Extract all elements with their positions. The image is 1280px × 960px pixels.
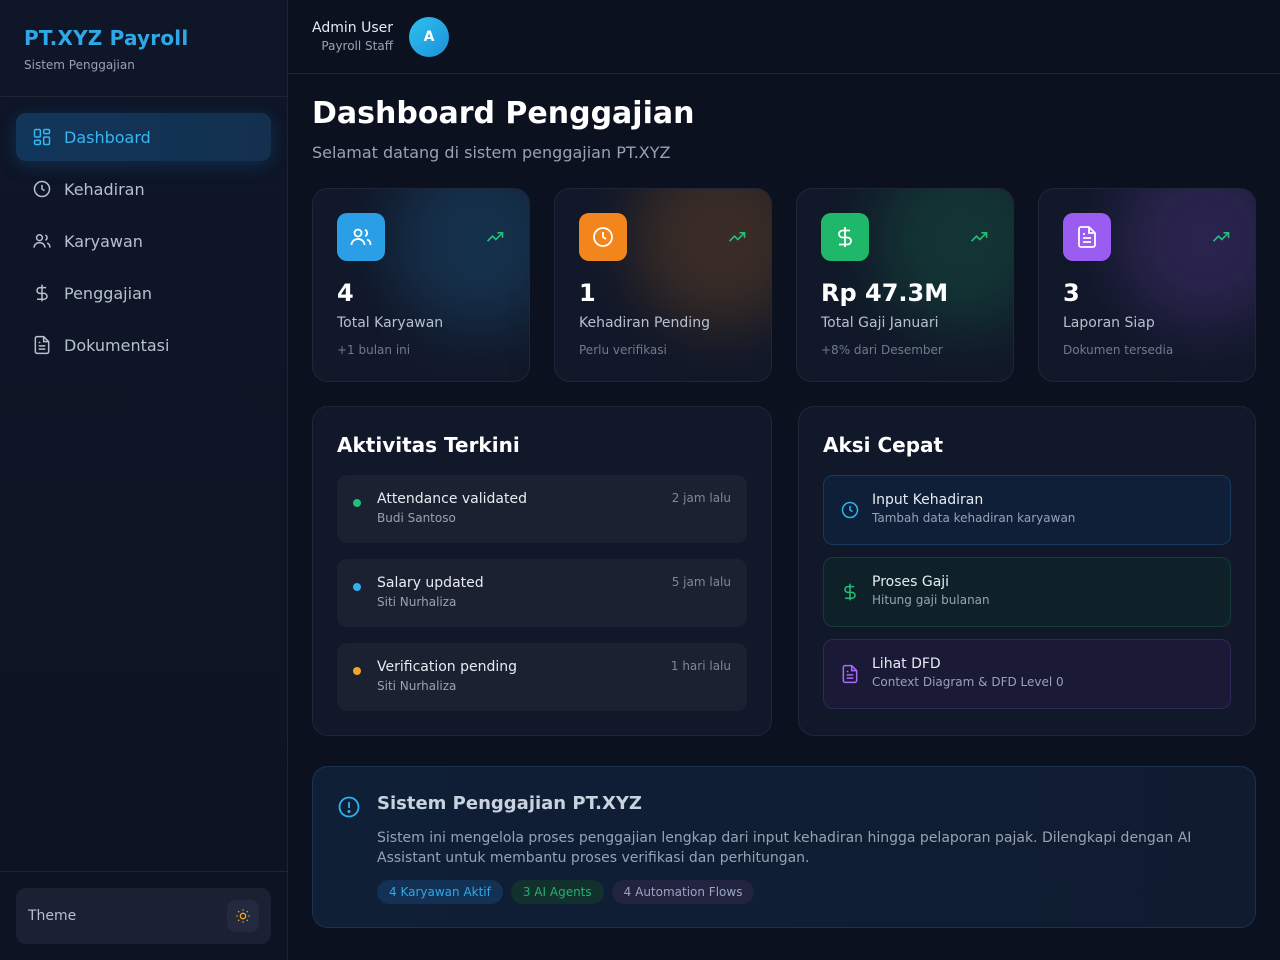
activity-item-person: Budi Santoso xyxy=(377,511,456,525)
sidebar-item-dokumentasi[interactable]: Dokumentasi xyxy=(16,321,271,369)
quick-action-lihat-dfd[interactable]: Lihat DFD Context Diagram & DFD Level 0 xyxy=(823,639,1231,709)
users-icon xyxy=(33,234,51,248)
users-icon xyxy=(350,228,372,246)
info-tags: 4 Karyawan Aktif 3 AI Agents 4 Automatio… xyxy=(377,880,1231,904)
theme-toggle-button[interactable] xyxy=(227,900,259,932)
sidebar-divider xyxy=(0,871,288,872)
stats-row: 4 Total Karyawan +1 bulan ini 1 Kehadira… xyxy=(312,188,1256,382)
stat-icon-box xyxy=(821,213,869,261)
activity-item-time: 1 hari lalu xyxy=(670,659,731,673)
document-icon xyxy=(34,335,50,355)
page-subtitle: Selamat datang di sistem penggajian PT.X… xyxy=(312,143,671,162)
quick-action-subtitle: Context Diagram & DFD Level 0 xyxy=(872,675,1064,689)
tag-karyawan-aktif: 4 Karyawan Aktif xyxy=(377,880,503,904)
quick-action-subtitle: Tambah data kehadiran karyawan xyxy=(872,511,1076,525)
info-text: Sistem ini mengelola proses penggajian l… xyxy=(377,830,1192,866)
sidebar-nav: Dashboard Kehadiran Karyawan Penggajian xyxy=(0,97,287,389)
info-alert-icon xyxy=(338,796,360,818)
trending-up-icon xyxy=(486,232,504,242)
sidebar-item-karyawan[interactable]: Karyawan xyxy=(16,217,271,265)
sidebar: PT.XYZ Payroll Sistem Penggajian Dashboa… xyxy=(0,0,288,960)
stat-label: Total Gaji Januari xyxy=(821,315,939,331)
clock-icon xyxy=(593,227,613,247)
activity-item-person: Siti Nurhaliza xyxy=(377,679,457,693)
sidebar-item-label: Dashboard xyxy=(64,127,151,147)
topbar: Admin User Payroll Staff A xyxy=(288,0,1280,74)
trending-up-icon xyxy=(1212,232,1230,242)
status-dot xyxy=(353,667,361,675)
document-icon xyxy=(1078,226,1096,248)
quick-actions-title: Aksi Cepat xyxy=(823,433,944,457)
activity-item[interactable]: Verification pending Siti Nurhaliza 1 ha… xyxy=(337,643,747,711)
quick-action-input-kehadiran[interactable]: Input Kehadiran Tambah data kehadiran ka… xyxy=(823,475,1231,545)
sun-icon xyxy=(236,909,250,923)
dollar-icon xyxy=(838,227,852,247)
stat-value: 3 xyxy=(1063,279,1080,307)
quick-action-subtitle: Hitung gaji bulanan xyxy=(872,593,990,607)
stat-value: Rp 47.3M xyxy=(821,279,949,307)
document-icon xyxy=(842,664,858,684)
clock-icon xyxy=(841,501,859,519)
tag-ai-agents: 3 AI Agents xyxy=(510,880,604,904)
page-title: Dashboard Penggajian xyxy=(312,96,695,131)
stat-label: Total Karyawan xyxy=(337,315,444,331)
stat-icon-box xyxy=(579,213,627,261)
activity-item[interactable]: Attendance validated Budi Santoso 2 jam … xyxy=(337,475,747,543)
stat-card-laporan[interactable]: 3 Laporan Siap Dokumen tersedia xyxy=(1038,188,1256,382)
user-info: Admin User Payroll Staff xyxy=(312,20,393,53)
brand-subtitle: Sistem Penggajian xyxy=(24,58,135,72)
theme-section: Theme xyxy=(16,888,271,944)
avatar[interactable]: A xyxy=(408,16,449,57)
dollar-icon xyxy=(36,284,48,302)
sidebar-item-kehadiran[interactable]: Kehadiran xyxy=(16,165,271,213)
user-name: Admin User xyxy=(312,20,393,36)
trending-up-icon xyxy=(728,232,746,242)
info-title: Sistem Penggajian PT.XYZ xyxy=(377,793,642,814)
stat-value: 4 xyxy=(337,279,354,307)
quick-action-proses-gaji[interactable]: Proses Gaji Hitung gaji bulanan xyxy=(823,557,1231,627)
dashboard-icon xyxy=(33,128,51,146)
trending-up-icon xyxy=(970,232,988,242)
sidebar-item-label: Penggajian xyxy=(64,283,153,303)
sidebar-item-dashboard[interactable]: Dashboard xyxy=(16,113,271,161)
stat-card-karyawan[interactable]: 4 Total Karyawan +1 bulan ini xyxy=(312,188,530,382)
stat-card-gaji[interactable]: Rp 47.3M Total Gaji Januari +8% dari Des… xyxy=(796,188,1014,382)
stat-note: Perlu verifikasi xyxy=(579,343,667,357)
tag-automation-flows: 4 Automation Flows xyxy=(611,880,755,904)
sidebar-item-penggajian[interactable]: Penggajian xyxy=(16,269,271,317)
stat-note: +1 bulan ini xyxy=(337,343,411,357)
sidebar-item-label: Kehadiran xyxy=(64,179,145,199)
status-dot xyxy=(353,583,361,591)
stat-card-kehadiran[interactable]: 1 Kehadiran Pending Perlu verifikasi xyxy=(554,188,772,382)
status-dot xyxy=(353,499,361,507)
user-role: Payroll Staff xyxy=(321,39,393,53)
stat-icon-box xyxy=(1063,213,1111,261)
info-banner: Sistem Penggajian PT.XYZ Sistem ini meng… xyxy=(312,766,1256,928)
theme-label: Theme xyxy=(28,908,77,924)
brand: PT.XYZ Payroll Sistem Penggajian xyxy=(0,0,287,97)
stat-value: 1 xyxy=(579,279,596,307)
stat-label: Kehadiran Pending xyxy=(579,315,710,331)
activity-item-time: 5 jam lalu xyxy=(671,575,731,589)
quick-action-title: Lihat DFD xyxy=(872,656,941,672)
activity-title: Aktivitas Terkini xyxy=(337,433,520,457)
main-content: Dashboard Penggajian Selamat datang di s… xyxy=(312,74,1256,928)
quick-actions-panel: Aksi Cepat Input Kehadiran Tambah data k… xyxy=(798,406,1256,736)
stat-note: +8% dari Desember xyxy=(821,343,943,357)
quick-action-title: Proses Gaji xyxy=(872,574,950,590)
sidebar-item-label: Karyawan xyxy=(64,231,143,251)
sidebar-item-label: Dokumentasi xyxy=(64,335,170,355)
activity-panel: Aktivitas Terkini Attendance validated B… xyxy=(312,406,772,736)
panels-row: Aktivitas Terkini Attendance validated B… xyxy=(312,406,1256,736)
stat-icon-box xyxy=(337,213,385,261)
stat-label: Laporan Siap xyxy=(1063,315,1155,331)
quick-action-title: Input Kehadiran xyxy=(872,492,984,508)
activity-item[interactable]: Salary updated Siti Nurhaliza 5 jam lalu xyxy=(337,559,747,627)
activity-item-person: Siti Nurhaliza xyxy=(377,595,457,609)
clock-icon xyxy=(33,180,51,198)
brand-title: PT.XYZ Payroll xyxy=(24,26,189,50)
activity-item-time: 2 jam lalu xyxy=(671,491,731,505)
stat-note: Dokumen tersedia xyxy=(1063,343,1174,357)
dollar-icon xyxy=(844,583,856,601)
